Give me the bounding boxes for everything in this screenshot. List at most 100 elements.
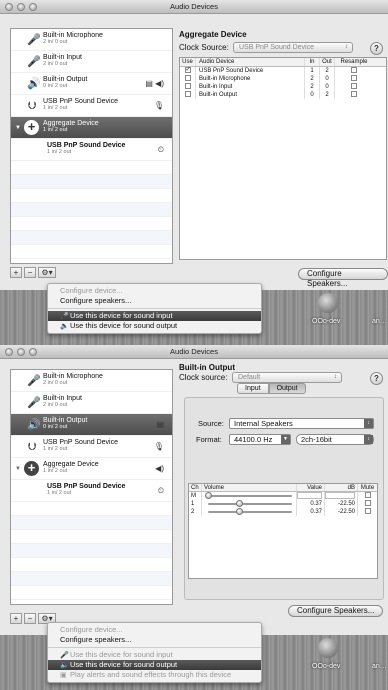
aggregate-device-table: Use Audio Device In Out Resample ✓ USB P… [179,57,387,260]
device-row-aggregate[interactable]: ▼ + Aggregate Device 1 in/ 2 out ◀) [11,458,172,480]
volume-slider-master[interactable] [205,492,292,499]
disclosure-triangle-icon[interactable]: ▼ [15,466,21,472]
menu-separator [48,308,261,309]
source-label: Source: [198,419,224,428]
use-checkbox[interactable] [184,75,191,82]
microphone-icon: 🎤 [27,375,41,387]
gear-menu-button[interactable]: ⚙▾ [38,267,56,278]
audio-devices-window: Audio Devices 🎤 Built-in Microphone 2 in… [0,0,388,290]
menu-item-use-for-output[interactable]: 🔈Use this device for sound output [48,660,261,670]
zoom-button[interactable] [29,3,37,11]
db-field[interactable]: -22.50 [325,508,358,516]
mute-checkbox[interactable] [364,508,371,515]
menu-item-configure-speakers[interactable]: Configure speakers... [48,635,261,645]
resample-checkbox[interactable] [351,67,357,74]
table-row: Built-in Microphone 2 0 [180,75,386,83]
menu-item-configure-speakers[interactable]: Configure speakers... [48,296,261,306]
source-select[interactable]: Internal Speakers ↕ [229,418,374,429]
window-controls [5,348,37,356]
speaker-icon: 🔊 [27,78,41,90]
minimize-button[interactable] [17,3,25,11]
close-button[interactable] [5,3,13,11]
sample-rate-select[interactable]: 44100.0 Hz ▼ [229,434,291,445]
table-row: 2 0.37 -22.50 [189,508,377,516]
slider-knob[interactable] [236,508,244,515]
tab-input[interactable]: Input [237,383,269,394]
drive-icon[interactable] [318,638,338,658]
device-row-builtin-microphone[interactable]: 🎤 Built-in Microphone 2 in/ 0 out [11,370,172,392]
slider-knob[interactable] [205,492,212,499]
device-row-builtin-input[interactable]: 🎤 Built-in Input 2 in/ 0 out [11,392,172,414]
menu-item-use-for-output[interactable]: 🔈Use this device for sound output [48,321,261,331]
titlebar[interactable]: Audio Devices [0,0,388,14]
minimize-button[interactable] [17,348,25,356]
desktop-label-an[interactable]: an… [372,318,387,325]
disclosure-triangle-icon[interactable]: ▼ [15,125,21,131]
value-field[interactable] [297,492,322,499]
microphone-icon: 🎤 [27,397,41,409]
mute-checkbox[interactable] [364,500,371,507]
use-checkbox[interactable] [184,83,191,90]
device-row-aggregate-subdevice[interactable]: USB PnP Sound Device 1 in/ 2 out ⏲ [11,480,172,502]
volume-slider-ch1[interactable] [208,500,292,507]
device-row-builtin-output[interactable]: 🔊 Built-in Output 0 in/ 2 out ▤ ◀) [11,73,172,95]
volume-slider-ch2[interactable] [208,508,292,515]
resample-checkbox[interactable] [351,75,357,82]
device-row-aggregate-subdevice[interactable]: USB PnP Sound Device 1 in/ 2 out ⏲ [11,139,172,161]
bit-depth-select[interactable]: 2ch-16bit ↕ [296,434,374,445]
menu-item-configure-device[interactable]: Configure device... [48,625,261,635]
aggregate-plus-icon: + [24,120,39,135]
slider-knob[interactable] [236,500,244,507]
desktop-label-an[interactable]: an… [372,663,387,670]
screenshot-aggregate-device: OOo-dev an… Audio Devices 🎤 Built-in Mic… [0,0,388,345]
desktop-label-oo-dev[interactable]: OOo-dev [312,663,340,670]
desktop-label-oo-dev[interactable]: OOo-dev [312,318,340,325]
titlebar[interactable]: Audio Devices [0,345,388,359]
use-checkbox[interactable]: ✓ [184,67,191,74]
device-row-usb-pnp[interactable]: ⮋ USB PnP Sound Device 1 in/ 2 out 🎙 [11,436,172,458]
add-device-button[interactable]: + [10,267,22,278]
configure-speakers-button[interactable]: Configure Speakers... [298,268,388,288]
db-field[interactable] [325,492,355,499]
tab-output[interactable]: Output [268,383,306,394]
menu-item-play-alerts[interactable]: ▣ Play alerts and sound effects through t… [48,670,261,680]
clock-source-popup[interactable]: USB PnP Sound Device ↕ [233,42,353,53]
device-row-builtin-microphone[interactable]: 🎤 Built-in Microphone 2 in/ 0 out [11,29,172,51]
use-checkbox[interactable] [184,91,191,98]
resample-checkbox[interactable] [351,91,357,98]
zoom-button[interactable] [29,348,37,356]
default-output-indicator-icon: ◀) [155,464,164,473]
chevron-down-icon: ▼ [281,435,290,444]
mute-checkbox[interactable] [364,492,371,499]
remove-device-button[interactable]: − [24,267,36,278]
device-row-builtin-output[interactable]: 🔊 Built-in Output 0 in/ 2 out ▤ [11,414,172,436]
device-list[interactable]: 🎤 Built-in Microphone 2 in/ 0 out 🎤 Buil… [10,28,173,264]
value-field[interactable]: 0.37 [297,508,325,516]
help-button[interactable]: ? [370,372,383,385]
menu-item-use-for-input[interactable]: 🎤Use this device for sound input [48,650,261,660]
default-output-indicator-icon: ▤ ◀) [145,79,164,88]
close-button[interactable] [5,348,13,356]
configure-speakers-button[interactable]: Configure Speakers... [288,605,384,617]
resample-checkbox[interactable] [351,83,357,90]
table-row: Built-in Input 2 0 [180,83,386,91]
device-row-builtin-input[interactable]: 🎤 Built-in Input 2 in/ 0 out [11,51,172,73]
drive-icon[interactable] [318,293,338,313]
device-list-toolbar: + − ⚙▾ [10,267,56,278]
clock-source-popup[interactable]: Default ↕ [232,372,342,383]
add-device-button[interactable]: + [10,613,22,624]
menu-item-configure-device[interactable]: Configure device... [48,286,261,296]
aggregate-plus-icon: + [24,461,39,476]
remove-device-button[interactable]: − [24,613,36,624]
device-row-aggregate[interactable]: ▼ + Aggregate Device 1 in/ 2 out [11,117,172,139]
menu-item-use-for-input[interactable]: 🎤Use this device for sound input [48,311,261,321]
alert-icon: ▣ [60,672,67,679]
value-field[interactable]: 0.37 [297,500,325,508]
microphone-icon: 🎤 [27,34,41,46]
popup-arrows-icon: ↕ [364,419,373,428]
device-row-usb-pnp[interactable]: ⮋ USB PnP Sound Device 1 in/ 2 out 🎙 [11,95,172,117]
help-button[interactable]: ? [370,42,383,55]
device-list[interactable]: 🎤 Built-in Microphone 2 in/ 0 out 🎤 Buil… [10,369,173,605]
gear-context-menu: Configure device... Configure speakers..… [47,283,262,334]
db-field[interactable]: -22.50 [325,500,358,508]
